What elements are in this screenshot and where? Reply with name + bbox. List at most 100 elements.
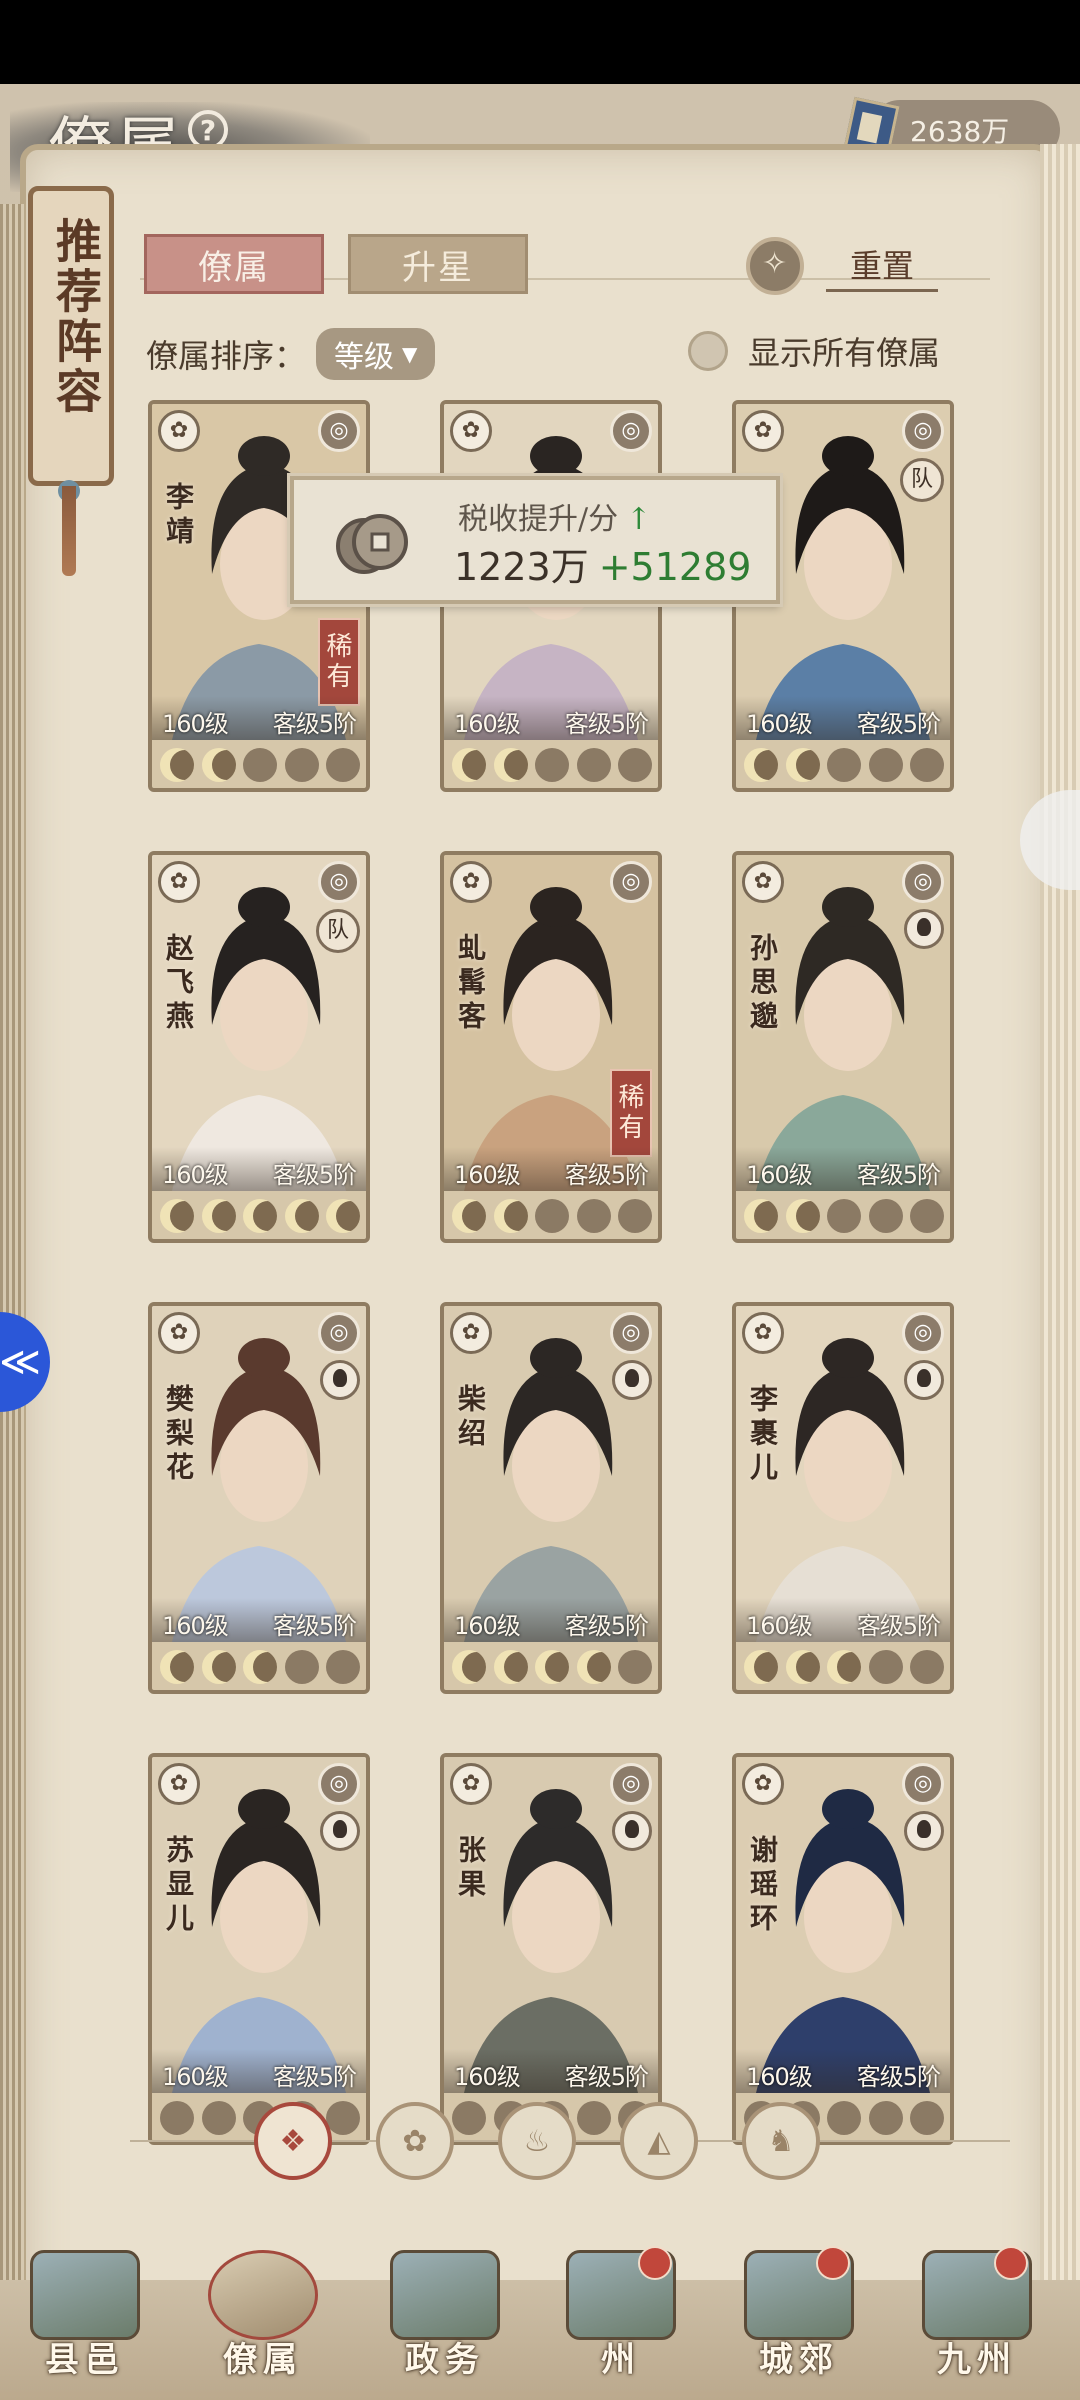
nav-nine-provinces[interactable]: 九州 xyxy=(902,2246,1052,2400)
show-all-checkbox[interactable] xyxy=(688,331,728,371)
retainer-card[interactable]: ✿ ◎ 孙思邈 160级 客级5阶 xyxy=(732,851,954,1243)
filter-gourd-button[interactable]: ♨ xyxy=(498,2102,576,2180)
retainer-card[interactable]: ✿ ◎ 张果 160级 客级5阶 xyxy=(440,1753,662,2145)
retainer-name: 李裹儿 xyxy=(746,1384,779,1486)
sort-value: 等级 xyxy=(334,340,395,375)
fan-icon: ✿ xyxy=(158,861,200,903)
empty-star-slot-icon xyxy=(618,1650,652,1684)
nav-county[interactable]: 县邑 xyxy=(10,2250,160,2400)
retainer-card[interactable]: ✿ ◎ 柴绍 160级 客级5阶 xyxy=(440,1302,662,1694)
sort-row: 僚属排序： 等级 ▼ xyxy=(146,328,436,380)
book-page-edge xyxy=(1040,144,1080,2324)
recommended-lineup-scroll[interactable]: 推荐阵容 xyxy=(28,186,114,486)
retainer-name: 柴绍 xyxy=(454,1384,487,1452)
crescent-moon-icon xyxy=(493,1650,528,1684)
filter-lotus-button[interactable]: ✿ xyxy=(376,2102,454,2180)
companion-avatar-icon xyxy=(904,1811,944,1851)
empty-star-slot-icon xyxy=(326,1650,360,1684)
crescent-moon-icon xyxy=(744,748,778,782)
lotus-icon: ✿ xyxy=(742,1763,784,1805)
retainer-level: 160级 xyxy=(454,710,521,738)
lion-icon: ♞ xyxy=(767,2123,795,2159)
retainer-card[interactable]: ✿ ◎ 樊梨花 160级 客级5阶 xyxy=(148,1302,370,1694)
yinyang-icon: ◎ xyxy=(610,1763,652,1805)
empty-star-slot-icon xyxy=(827,748,861,782)
nav-retainers[interactable]: 僚属 xyxy=(188,2250,338,2400)
filter-fan-button[interactable]: ◭ xyxy=(620,2102,698,2180)
empty-star-slot-icon xyxy=(910,1199,944,1233)
retainer-rank: 客级5阶 xyxy=(272,2063,357,2091)
gourd-icon: ✿ xyxy=(450,861,492,903)
sword-icon: ◎ xyxy=(610,1312,652,1354)
empty-star-slot-icon xyxy=(576,1199,611,1233)
retainer-name: 孙思邈 xyxy=(746,933,779,1035)
retainer-rank: 客级5阶 xyxy=(564,1612,649,1640)
nav-suburbs[interactable]: 城郊 xyxy=(724,2246,874,2400)
team-badge: 队 xyxy=(316,909,360,953)
retainer-grid: ✿ ◎ 李靖 稀有 160级 客级5阶 ✿ ◎ 160级 客级5阶 ✿ ◎ 队 160级 客级5阶 xyxy=(148,400,968,2145)
tax-boost-label-row: 税收提升/分 ↑ xyxy=(458,494,651,538)
crescent-moon-icon xyxy=(744,1199,778,1233)
retainer-level: 160级 xyxy=(746,710,813,738)
filter-lion-button[interactable]: ♞ xyxy=(742,2102,820,2180)
gourd-icon: ✿ xyxy=(158,1763,200,1805)
retainer-level: 160级 xyxy=(746,1161,813,1189)
empty-star-slot-icon xyxy=(618,1199,652,1233)
nav-affairs[interactable]: 政务 xyxy=(370,2250,520,2400)
shield-icon: ◎ xyxy=(318,410,360,452)
crescent-moon-icon xyxy=(452,1199,486,1233)
retainer-name: 张果 xyxy=(454,1835,487,1903)
show-all-toggle[interactable]: 显示所有僚属 xyxy=(688,328,940,374)
crescent-moon-icon xyxy=(535,1650,569,1684)
retainer-card[interactable]: ✿ ◎ 苏显儿 160级 客级5阶 xyxy=(148,1753,370,2145)
filter-all-button[interactable]: ❖ xyxy=(254,2102,332,2180)
empty-star-slot-icon xyxy=(910,1650,944,1684)
team-badge: 队 xyxy=(900,458,944,502)
show-all-label: 显示所有僚属 xyxy=(748,334,941,372)
sound-waves-icon: ≪ xyxy=(0,1339,41,1385)
retainer-card[interactable]: ✿ ◎ 虬髯客 稀有 160级 客级5阶 xyxy=(440,851,662,1243)
crescent-moon-icon xyxy=(201,1650,236,1684)
flower-icon: ✿ xyxy=(158,410,200,452)
star-row xyxy=(452,1650,652,1686)
crescent-moon-icon xyxy=(243,1650,277,1684)
crescent-moon-icon xyxy=(785,1199,820,1233)
nav-province[interactable]: 州 xyxy=(546,2246,696,2400)
retainer-card[interactable]: ✿ ◎ 队赵飞燕 160级 客级5阶 xyxy=(148,851,370,1243)
rare-badge: 稀有 xyxy=(318,618,360,706)
tab-star-up[interactable]: 升星 xyxy=(348,234,528,294)
retainer-rank: 客级5阶 xyxy=(856,2063,941,2091)
reset-button[interactable]: 重置 xyxy=(746,234,956,298)
notification-dot xyxy=(994,2246,1028,2280)
star-row xyxy=(452,1199,652,1235)
gourd-icon: ✿ xyxy=(450,1763,492,1805)
mask-icon: ◎ xyxy=(610,410,652,452)
companion-avatar-icon xyxy=(320,1811,360,1851)
lotus-icon: ✿ xyxy=(402,2123,428,2159)
retainer-rank: 客级5阶 xyxy=(272,1612,357,1640)
notification-dot xyxy=(816,2246,850,2280)
retainer-card[interactable]: ✿ ◎ 李裹儿 160级 客级5阶 xyxy=(732,1302,954,1694)
recommended-lineup-label: 推荐阵容 xyxy=(49,217,103,417)
crescent-moon-icon xyxy=(160,1650,194,1684)
companion-avatar-icon xyxy=(612,1360,652,1400)
retainer-name: 谢瑶环 xyxy=(746,1835,779,1937)
fan-icon: ◭ xyxy=(647,2123,671,2159)
retainer-level: 160级 xyxy=(162,710,229,738)
empty-star-slot-icon xyxy=(284,1650,319,1684)
book-left-edge xyxy=(0,204,24,2324)
tax-boost-value-row: 1223万 +51289 xyxy=(454,536,751,591)
retainer-rank: 客级5阶 xyxy=(272,710,357,738)
chevron-down-icon: ▼ xyxy=(402,342,418,366)
sort-dropdown[interactable]: 等级 ▼ xyxy=(316,328,436,380)
crescent-moon-icon xyxy=(452,1650,486,1684)
crescent-moon-icon xyxy=(160,748,194,782)
retainer-rank: 客级5阶 xyxy=(856,1612,941,1640)
tab-retainers[interactable]: 僚属 xyxy=(144,234,324,294)
retainer-card[interactable]: ✿ ◎ 谢瑶环 160级 客级5阶 xyxy=(732,1753,954,2145)
yinyang-icon: ◎ xyxy=(902,410,944,452)
game-screen: 僚属 ? 2638万 推荐阵容 僚属 升星 重置 僚属排序： 等级 ▼ 显示所有… xyxy=(0,84,1080,2400)
retainer-portrait xyxy=(444,1757,658,2093)
lion-icon: ✿ xyxy=(450,1312,492,1354)
crescent-moon-icon xyxy=(284,1199,319,1233)
